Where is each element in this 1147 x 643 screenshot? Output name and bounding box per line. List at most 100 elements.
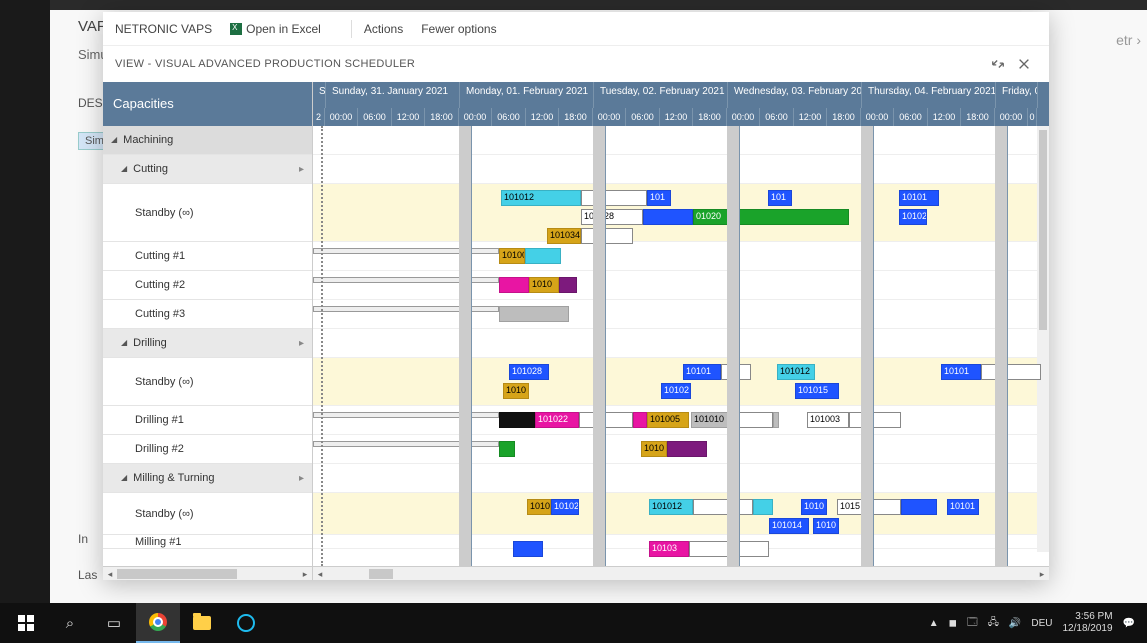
gantt-bar[interactable] — [753, 499, 773, 515]
tree-drilling-2[interactable]: Drilling #2 — [103, 435, 312, 464]
gantt-row[interactable]: 101028 10101 101012 10101 1010 10102 101015 — [313, 358, 1037, 406]
gantt-bar[interactable]: 101008 — [499, 248, 525, 264]
gantt-bar[interactable]: 101 — [647, 190, 671, 206]
gantt-bar[interactable]: 1010 — [801, 499, 827, 515]
tray-icon[interactable]: ◼ — [949, 618, 957, 629]
tray-icon[interactable]: ▲ — [929, 618, 939, 629]
task-view-icon[interactable]: ▭ — [92, 603, 136, 643]
tree-drilling-1[interactable]: Drilling #1 — [103, 406, 312, 435]
gantt-bar[interactable] — [579, 412, 633, 428]
tree-milling-standby[interactable]: Standby (∞) — [103, 493, 312, 535]
gantt-bar[interactable]: 1010 — [641, 441, 667, 457]
tray-icon[interactable]: 🗔 — [967, 615, 978, 632]
gantt-bar[interactable]: 10101 — [941, 364, 981, 380]
tray-notifications-icon[interactable]: 💬 — [1123, 618, 1135, 629]
gantt-bar[interactable]: 10102 — [899, 209, 927, 225]
vertical-scrollbar[interactable] — [1037, 126, 1049, 552]
tree-cutting-3[interactable]: Cutting #3 — [103, 300, 312, 329]
gantt-bar[interactable] — [667, 441, 707, 457]
chevron-right-icon[interactable]: etr › — [1116, 32, 1141, 48]
gantt-bar[interactable]: 10101 — [683, 364, 721, 380]
gantt-bar[interactable]: 10101 — [947, 499, 979, 515]
gantt-bar[interactable]: 1010 — [503, 383, 529, 399]
gantt-bar[interactable]: 10101 — [899, 190, 939, 206]
gantt-bar[interactable]: 10102 — [661, 383, 691, 399]
gantt-row[interactable]: 10101010210101210101015101011010141010 — [313, 493, 1037, 535]
tree-cutting[interactable]: ◢Cutting — [103, 155, 312, 184]
gantt-bar[interactable]: 101028 — [509, 364, 549, 380]
gantt-bar[interactable]: 101012 — [777, 364, 815, 380]
gantt-bar[interactable] — [499, 441, 515, 457]
actions-menu[interactable]: Actions — [364, 22, 403, 36]
gantt-bar[interactable] — [499, 277, 529, 293]
gantt-bar[interactable]: 10102 — [551, 499, 579, 515]
gantt-row[interactable]: 101012101101101011010280102010102101034 — [313, 184, 1037, 242]
gantt-row[interactable] — [313, 300, 1037, 329]
tree-machining[interactable]: ◢Machining — [103, 126, 312, 155]
gantt-bar[interactable]: 101012 — [501, 190, 581, 206]
taskbar-chrome[interactable] — [136, 603, 180, 643]
tree-milling[interactable]: ◢Milling & Turning — [103, 464, 312, 493]
gantt-bar[interactable]: 10103 — [649, 541, 689, 557]
tree-drilling[interactable]: ◢Drilling — [103, 329, 312, 358]
tray-language[interactable]: DEU — [1031, 618, 1052, 629]
tree-drilling-standby[interactable]: Standby (∞) — [103, 358, 312, 406]
gantt-bar[interactable] — [873, 499, 901, 515]
gantt-bar[interactable]: 1010 — [527, 499, 551, 515]
tray-network-icon[interactable]: 🖧 — [988, 615, 999, 632]
tree-cutting-standby[interactable]: Standby (∞) — [103, 184, 312, 242]
gantt-bar[interactable]: 101012 — [649, 499, 693, 515]
gantt-bar[interactable] — [513, 541, 543, 557]
gantt-row[interactable] — [313, 126, 1037, 155]
gantt-row[interactable]: 10103 — [313, 535, 1037, 549]
gantt-row[interactable] — [313, 464, 1037, 493]
gantt-bar[interactable]: 1010 — [813, 518, 839, 534]
gantt-bar[interactable]: 101003 — [807, 412, 849, 428]
gantt-bar[interactable] — [849, 412, 901, 428]
gantt-bar[interactable]: 101 — [768, 190, 792, 206]
close-icon[interactable] — [1011, 51, 1037, 77]
gantt-bar[interactable] — [981, 364, 1041, 380]
timeline-hscroll[interactable]: ◂▸ — [313, 566, 1049, 580]
gantt-bar[interactable] — [525, 248, 561, 264]
gantt-bar[interactable] — [643, 209, 693, 225]
gantt-bar[interactable]: 101005 — [647, 412, 689, 428]
tray-volume-icon[interactable]: 🔊 — [1009, 618, 1021, 629]
gantt-bar[interactable]: 101015 — [795, 383, 839, 399]
tree-cutting-1[interactable]: Cutting #1 — [103, 242, 312, 271]
search-icon[interactable]: ⌕ — [48, 603, 92, 643]
brand-label: NETRONIC VAPS — [115, 22, 212, 36]
gantt-bar[interactable] — [581, 190, 647, 206]
taskbar-ie[interactable] — [224, 603, 268, 643]
gantt-bar[interactable] — [633, 412, 647, 428]
gantt-bar[interactable] — [559, 277, 577, 293]
gantt-bar[interactable]: 101022 — [535, 412, 579, 428]
gantt-row[interactable]: 1010 — [313, 435, 1037, 464]
gantt-bar[interactable] — [499, 412, 535, 428]
gantt-row[interactable] — [313, 329, 1037, 358]
tree-milling-1[interactable]: Milling #1 — [103, 535, 312, 549]
gantt-row[interactable]: 101022101005101010101003 — [313, 406, 1037, 435]
gantt-row[interactable]: 1010 — [313, 271, 1037, 300]
taskbar-explorer[interactable] — [180, 603, 224, 643]
tree-hscroll[interactable]: ◂▸ — [103, 566, 312, 580]
scheduler-modal: NETRONIC VAPS Open in Excel Actions Fewe… — [103, 12, 1049, 580]
gantt-bar[interactable] — [729, 209, 849, 225]
gantt-bar[interactable]: 1010 — [529, 277, 559, 293]
start-button[interactable] — [4, 603, 48, 643]
gantt-row[interactable] — [313, 155, 1037, 184]
gantt-canvas[interactable]: 1010121011011010110102801020101021010341… — [313, 126, 1049, 566]
tree-cutting-2[interactable]: Cutting #2 — [103, 271, 312, 300]
fewer-options-action[interactable]: Fewer options — [421, 22, 496, 36]
gantt-bar[interactable]: 101014 — [769, 518, 809, 534]
gantt-bar[interactable] — [499, 306, 569, 322]
gantt-bar[interactable] — [773, 412, 779, 428]
gantt-row[interactable]: 101008 — [313, 242, 1037, 271]
expand-icon[interactable] — [985, 51, 1011, 77]
gantt-bar[interactable] — [693, 499, 753, 515]
gantt-bar[interactable]: 01020 — [693, 209, 729, 225]
gantt-bar[interactable]: 101028 — [581, 209, 643, 225]
tray-clock[interactable]: 3:56 PM12/18/2019 — [1062, 611, 1112, 635]
gantt-bar[interactable] — [901, 499, 937, 515]
open-in-excel-action[interactable]: Open in Excel — [230, 22, 321, 36]
